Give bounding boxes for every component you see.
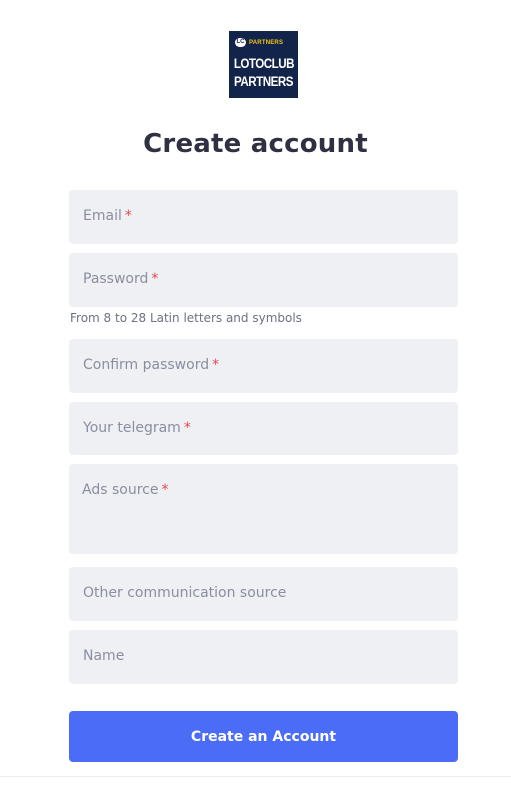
logo-line-2: PARTNERS xyxy=(234,74,293,89)
required-mark: * xyxy=(151,271,159,287)
lotoclub-partners-logo: LC PARTNERS LOTOCLUB PARTNERS xyxy=(229,31,298,98)
password-label: Password * xyxy=(83,271,159,287)
other-communication-source-field[interactable]: Other communication source xyxy=(69,567,458,621)
other-source-label: Other communication source xyxy=(83,585,287,601)
logo-small-text: PARTNERS xyxy=(249,39,284,46)
confirm-password-field[interactable]: Confirm password * xyxy=(69,339,458,393)
confirm-password-label: Confirm password * xyxy=(83,357,220,373)
signup-page: LC PARTNERS LOTOCLUB PARTNERS Create acc… xyxy=(0,0,511,786)
password-hint: From 8 to 28 Latin letters and symbols xyxy=(70,311,302,325)
ads-source-textarea[interactable]: Ads source * xyxy=(69,464,458,554)
page-title: Create account xyxy=(143,129,368,159)
email-label: Email * xyxy=(83,208,132,224)
email-field[interactable]: Email * xyxy=(69,190,458,244)
logo-top-row: LC PARTNERS xyxy=(235,38,283,47)
required-mark: * xyxy=(183,420,191,436)
logo-badge: LC xyxy=(235,38,246,47)
create-account-button[interactable]: Create an Account xyxy=(69,711,458,762)
telegram-label: Your telegram * xyxy=(83,420,191,436)
name-label: Name xyxy=(83,648,125,664)
required-mark: * xyxy=(124,208,132,224)
required-mark: * xyxy=(212,357,220,373)
required-mark: * xyxy=(161,482,169,498)
logo-line-1: LOTOCLUB xyxy=(233,56,295,71)
name-field[interactable]: Name xyxy=(69,630,458,684)
password-field[interactable]: Password * xyxy=(69,253,458,307)
telegram-field[interactable]: Your telegram * xyxy=(69,402,458,455)
bottom-divider xyxy=(0,776,511,777)
ads-source-label: Ads source * xyxy=(82,482,169,498)
